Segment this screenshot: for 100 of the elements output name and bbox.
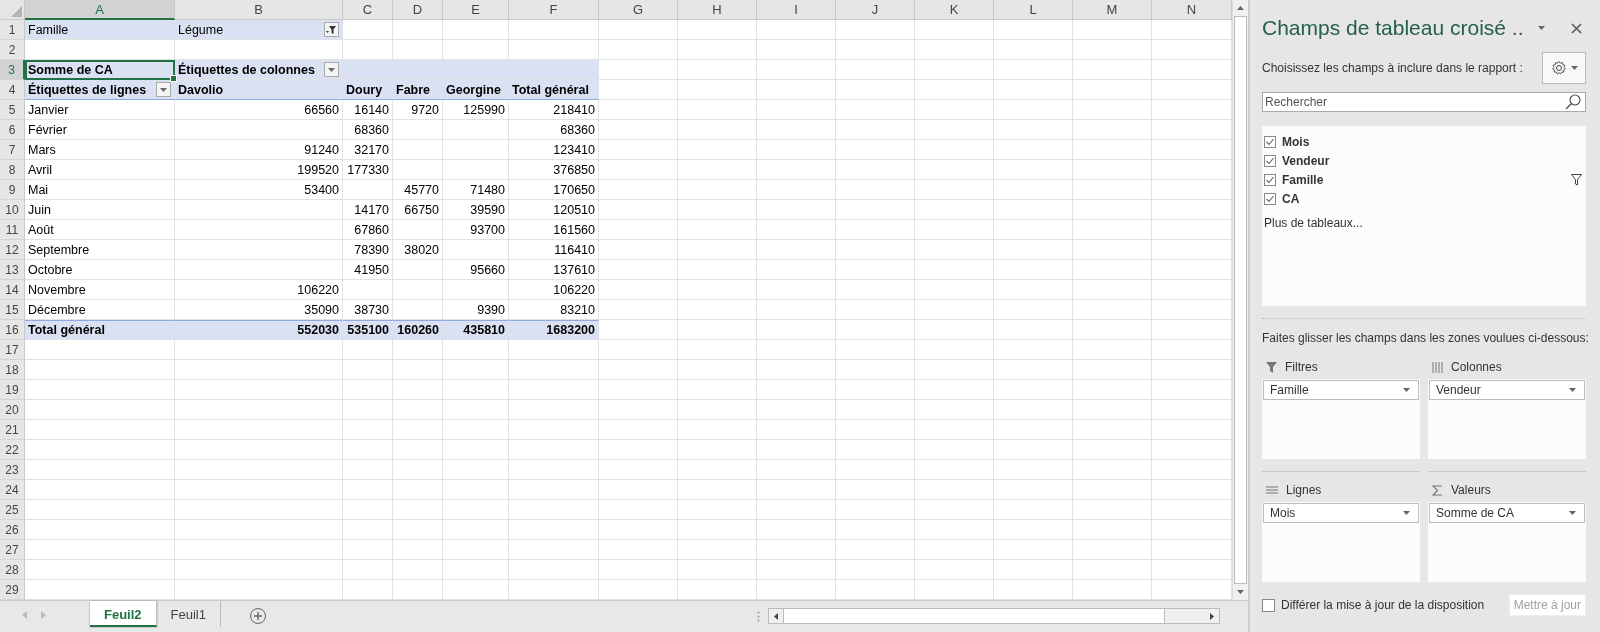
row-header[interactable]: 23 (0, 460, 25, 480)
row-header[interactable]: 9 (0, 180, 25, 200)
table-cell: 93700 (443, 220, 509, 240)
table-cell: 32170 (343, 140, 393, 160)
row-header[interactable]: 19 (0, 380, 25, 400)
row-header[interactable]: 16 (0, 320, 25, 340)
column-header[interactable]: M (1073, 0, 1152, 20)
fill-handle[interactable] (170, 75, 177, 82)
splitter-icon[interactable] (757, 610, 760, 622)
table-cell (343, 420, 393, 440)
column-header[interactable]: L (994, 0, 1073, 20)
row-header[interactable]: 24 (0, 480, 25, 500)
row-header[interactable]: 11 (0, 220, 25, 240)
field-label[interactable]: Vendeur (1282, 153, 1586, 168)
row-header[interactable]: 27 (0, 540, 25, 560)
table-cell: 53400 (175, 180, 343, 200)
table-cell: 71480 (443, 180, 509, 200)
sheet-tab[interactable]: Feuil2 (90, 601, 157, 627)
search-field[interactable]: Rechercher (1262, 92, 1586, 113)
column-header[interactable]: B (175, 0, 343, 20)
row-header[interactable]: 20 (0, 400, 25, 420)
table-cell: Mars (25, 140, 175, 160)
row-header[interactable]: 7 (0, 140, 25, 160)
row-header[interactable]: 29 (0, 580, 25, 600)
row-header[interactable]: 1 (0, 20, 25, 40)
row-header[interactable]: 26 (0, 520, 25, 540)
scroll-left-icon[interactable] (774, 612, 778, 620)
cell-label: Étiquettes de colonnes (178, 62, 316, 77)
vertical-scrollbar[interactable] (1232, 0, 1248, 600)
table-cell: Somme de CA (25, 60, 175, 80)
table-cell: 106220 (175, 280, 343, 300)
checkbox[interactable] (1264, 192, 1276, 205)
row-header[interactable]: 3 (0, 60, 25, 80)
row-header[interactable]: 5 (0, 100, 25, 120)
scroll-right-icon[interactable] (1210, 612, 1214, 620)
row-header[interactable]: 8 (0, 160, 25, 180)
more-tables-link[interactable]: Plus de tableaux... (1264, 216, 1586, 231)
column-header[interactable]: K (915, 0, 994, 20)
column-header[interactable]: N (1152, 0, 1232, 20)
field-label[interactable]: CA (1282, 191, 1586, 206)
table-cell: 66750 (393, 200, 443, 220)
checkbox-label[interactable]: Différer la mise à jour de la disposition (1281, 598, 1503, 612)
column-header[interactable]: C (343, 0, 393, 20)
table-cell: 120510 (509, 200, 599, 220)
area-field-dropdown[interactable]: Vendeur (1429, 380, 1585, 400)
row-header[interactable]: 18 (0, 360, 25, 380)
column-header[interactable]: D (393, 0, 443, 20)
add-sheet-button[interactable] (249, 607, 267, 625)
checkbox[interactable] (1264, 135, 1276, 148)
column-header[interactable]: F (509, 0, 599, 20)
dropdown-button[interactable] (156, 82, 171, 97)
row-header[interactable]: 15 (0, 300, 25, 320)
row-header[interactable]: 17 (0, 340, 25, 360)
area-field-dropdown[interactable]: Famille (1263, 380, 1419, 400)
checkbox[interactable] (1262, 598, 1275, 612)
area-field-dropdown[interactable]: Mois (1263, 503, 1419, 523)
table-cell: Février (25, 120, 175, 140)
column-header[interactable]: E (443, 0, 509, 20)
area-field-dropdown[interactable]: Somme de CA (1429, 503, 1585, 523)
table-cell: 161560 (509, 220, 599, 240)
column-header[interactable]: I (757, 0, 836, 20)
horizontal-scrollbar[interactable] (768, 608, 1220, 624)
table-cell (443, 360, 509, 380)
table-cell (443, 240, 509, 260)
column-header[interactable]: H (678, 0, 757, 20)
field-label[interactable]: Famille (1282, 172, 1565, 187)
caret-icon (1538, 26, 1545, 31)
column-header[interactable]: J (836, 0, 915, 20)
row-header[interactable]: 4 (0, 80, 25, 100)
table-cell: Novembre (25, 280, 175, 300)
field-label[interactable]: Mois (1282, 134, 1586, 149)
row-header[interactable]: 22 (0, 440, 25, 460)
table-cell (393, 520, 443, 540)
table-cell (443, 280, 509, 300)
row-header[interactable]: 25 (0, 500, 25, 520)
row-header[interactable]: 10 (0, 200, 25, 220)
scroll-up-icon[interactable] (1237, 6, 1244, 10)
row-header[interactable]: 6 (0, 120, 25, 140)
sheet-tab[interactable]: Feuil1 (156, 601, 221, 627)
row-header[interactable]: 28 (0, 560, 25, 580)
row-header[interactable]: 14 (0, 280, 25, 300)
row-header[interactable]: 21 (0, 420, 25, 440)
checkbox[interactable] (1264, 173, 1276, 186)
table-cell: Famille (25, 20, 175, 40)
caret-icon (1569, 511, 1576, 515)
table-cell: Avril (25, 160, 175, 180)
checkbox[interactable] (1264, 154, 1276, 167)
row-header[interactable]: 13 (0, 260, 25, 280)
dropdown-button[interactable] (324, 62, 339, 77)
table-cell (393, 140, 443, 160)
row-header[interactable]: 12 (0, 240, 25, 260)
filter-button[interactable] (324, 22, 339, 37)
table-cell (393, 420, 443, 440)
table-cell: 66560 (175, 100, 343, 120)
row-header[interactable]: 2 (0, 40, 25, 60)
table-cell (393, 120, 443, 140)
table-cell (343, 560, 393, 580)
column-header[interactable]: G (599, 0, 678, 20)
settings-button[interactable] (1542, 52, 1586, 85)
column-header[interactable]: A (25, 0, 175, 20)
